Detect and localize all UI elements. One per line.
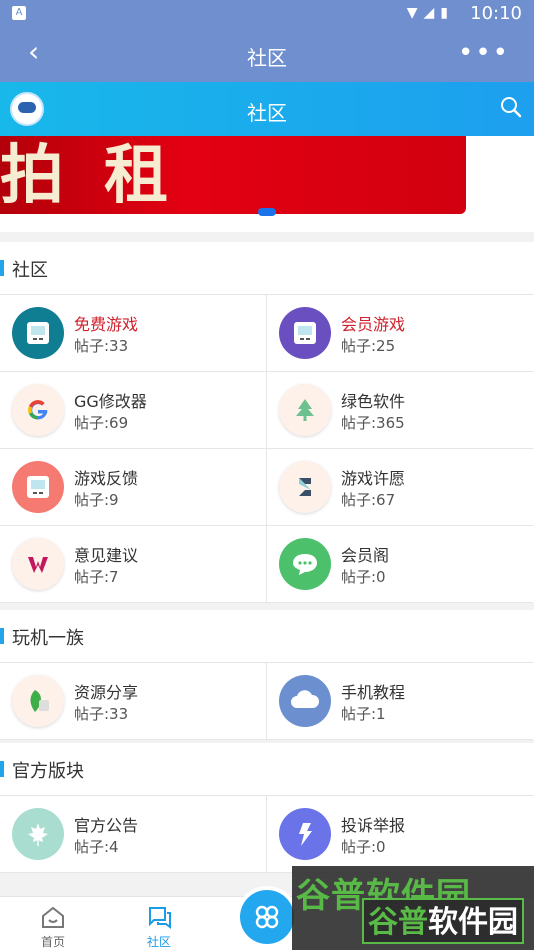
forum-board-name: 游戏反馈 (74, 469, 139, 488)
forum-board-item[interactable]: 投诉举报 帖子:0 (267, 796, 533, 873)
w-logo-icon (12, 538, 64, 590)
section-header: 玩机一族 (0, 610, 534, 663)
home-icon (42, 906, 64, 928)
forum-board-post-count: 帖子:9 (74, 491, 119, 509)
section-1: 玩机一族 资源分享 帖子:33 手机教程 帖子:1 (0, 610, 534, 740)
section-title: 社区 (12, 260, 48, 281)
grid-dots-icon (255, 905, 279, 929)
forum-board-item[interactable]: 手机教程 帖子:1 (267, 663, 533, 740)
carousel-indicator (258, 208, 276, 216)
forum-board-item[interactable]: GG修改器 帖子:69 (0, 372, 267, 449)
app-bar: ‹ 社区 ••• (0, 28, 534, 82)
notification-a-icon: A (12, 6, 26, 20)
tree-icon (279, 384, 331, 436)
section-accent-bar (0, 761, 4, 777)
section-title: 官方版块 (12, 761, 84, 782)
section-header: 社区 (0, 242, 534, 295)
forum-board-name: 绿色软件 (341, 392, 406, 411)
section-2: 官方版块 官方公告 帖子:4 投诉举报 帖子:0 (0, 743, 534, 873)
forum-board-item[interactable]: 游戏许愿 帖子:67 (267, 449, 533, 526)
community-title: 社区 (247, 101, 287, 125)
forum-board-name: 手机教程 (341, 683, 406, 702)
more-dots-icon[interactable]: ••• (458, 38, 510, 68)
tab-home-label: 首页 (40, 935, 65, 949)
app-bar-title: 社区 (247, 46, 287, 70)
gameboy-icon (279, 307, 331, 359)
section-accent-bar (0, 260, 4, 276)
forum-board-post-count: 帖子:25 (341, 337, 396, 355)
community-header: 社区 (0, 82, 534, 136)
forum-board-post-count: 帖子:365 (341, 414, 405, 432)
search-icon[interactable] (500, 96, 522, 118)
forum-board-item[interactable]: 免费游戏 帖子:33 (0, 295, 267, 372)
watermark-badge: 谷普软件园 (362, 898, 524, 944)
forum-board-post-count: 帖子:1 (341, 705, 386, 723)
forum-board-post-count: 帖子:7 (74, 568, 119, 586)
forum-board-name: 资源分享 (74, 683, 139, 702)
watermark-badge-a: 谷普 (368, 905, 428, 940)
center-grid-button[interactable] (240, 890, 294, 944)
forum-board-post-count: 帖子:67 (341, 491, 396, 509)
forum-board-name: 游戏许愿 (341, 469, 406, 488)
forum-grid: 免费游戏 帖子:33 会员游戏 帖子:25 GG修改器 帖子:69 绿色软件 帖… (0, 295, 534, 603)
banner-text: 拍租 (0, 139, 208, 213)
google-g-icon (12, 384, 64, 436)
section-header: 官方版块 (0, 743, 534, 796)
status-time: 10:10 (470, 3, 522, 24)
forum-board-post-count: 帖子:33 (74, 705, 129, 723)
section-title: 玩机一族 (12, 628, 84, 649)
forum-board-post-count: 帖子:4 (74, 838, 119, 856)
tab-home[interactable]: 首页 (18, 897, 88, 951)
tab-community-label: 社区 (146, 935, 171, 949)
forum-board-name: 意见建议 (74, 546, 139, 565)
gameboy-icon (12, 307, 64, 359)
cloud-icon (279, 675, 331, 727)
forum-board-item[interactable]: 资源分享 帖子:33 (0, 663, 267, 740)
forum-board-item[interactable]: 官方公告 帖子:4 (0, 796, 267, 873)
s-logo-icon (279, 461, 331, 513)
forum-grid: 官方公告 帖子:4 投诉举报 帖子:0 (0, 796, 534, 873)
community-chat-icon (149, 907, 171, 929)
tab-community[interactable]: 社区 (124, 897, 194, 951)
forum-board-item[interactable]: 游戏反馈 帖子:9 (0, 449, 267, 526)
forum-board-name: 会员游戏 (341, 315, 406, 334)
banner-carousel[interactable]: 拍租 (0, 136, 534, 232)
forum-board-item[interactable]: 会员阁 帖子:0 (267, 526, 533, 603)
forum-board-item[interactable]: 意见建议 帖子:7 (0, 526, 267, 603)
forum-board-item[interactable]: 绿色软件 帖子:365 (267, 372, 533, 449)
status-icons: ▼◢▮ (406, 5, 454, 21)
maple-leaf-icon (12, 808, 64, 860)
forum-board-post-count: 帖子:0 (341, 568, 386, 586)
banner-image[interactable]: 拍租 (0, 136, 466, 214)
section-accent-bar (0, 628, 4, 644)
forum-board-item[interactable]: 会员游戏 帖子:25 (267, 295, 533, 372)
watermark: 谷普软件园 谷普软件园 (292, 866, 534, 950)
forum-grid: 资源分享 帖子:33 手机教程 帖子:1 (0, 663, 534, 740)
forum-board-name: 官方公告 (74, 816, 139, 835)
forum-board-post-count: 帖子:69 (74, 414, 129, 432)
forum-board-name: 免费游戏 (74, 315, 139, 334)
forum-board-name: 会员阁 (341, 546, 390, 565)
section-0: 社区 免费游戏 帖子:33 会员游戏 帖子:25 GG修改器 帖子:69 绿色软… (0, 242, 534, 603)
gameboy-icon (12, 461, 64, 513)
watermark-badge-b: 软件园 (428, 905, 518, 940)
lightning-icon (279, 808, 331, 860)
forum-board-post-count: 帖子:33 (74, 337, 129, 355)
status-bar: A ▼◢▮ 10:10 (0, 0, 534, 28)
forum-board-post-count: 帖子:0 (341, 838, 386, 856)
chat-icon (279, 538, 331, 590)
forum-board-name: 投诉举报 (341, 816, 406, 835)
leaf-icon (12, 675, 64, 727)
forum-board-name: GG修改器 (74, 392, 147, 411)
